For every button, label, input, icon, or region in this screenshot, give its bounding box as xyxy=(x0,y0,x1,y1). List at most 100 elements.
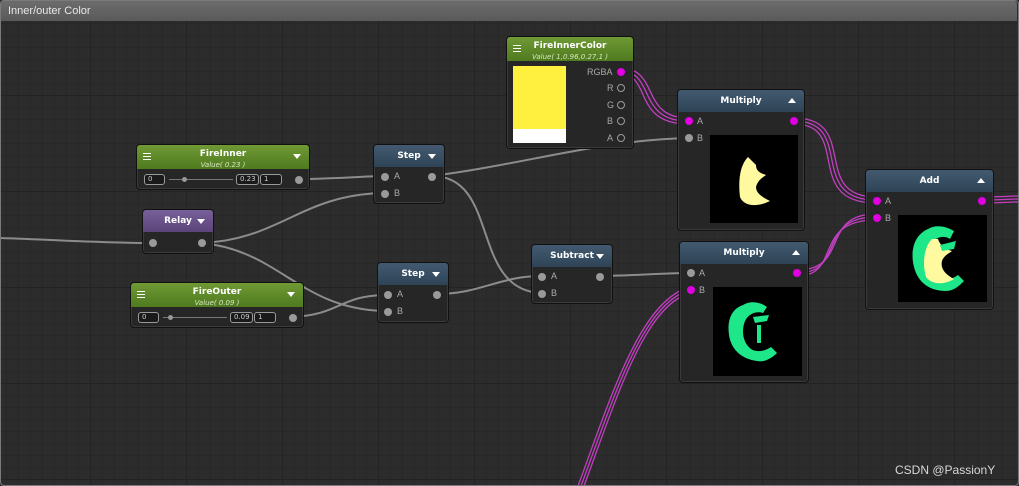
port-b-in[interactable] xyxy=(381,190,389,198)
node-title: Subtract xyxy=(550,251,594,261)
node-title: Relay xyxy=(164,216,192,226)
port-out[interactable] xyxy=(295,176,303,184)
slider-knob[interactable] xyxy=(168,315,173,320)
node-title: FireInner xyxy=(199,149,247,159)
multiply-node-1[interactable]: Multiply A B xyxy=(677,89,805,231)
port-out[interactable] xyxy=(198,239,206,247)
color-swatch[interactable] xyxy=(513,66,566,143)
fire-inner-header[interactable]: FireInner Value( 0.23 ) xyxy=(137,145,309,169)
node-title: FireOuter xyxy=(192,287,242,297)
subtract-node[interactable]: Subtract A B xyxy=(531,244,613,304)
port-a-in[interactable] xyxy=(384,291,392,299)
alpha-strip xyxy=(513,129,566,143)
slider-knob[interactable] xyxy=(182,177,187,182)
node-value: Value( 0.09 ) xyxy=(194,299,240,307)
port-out[interactable] xyxy=(596,273,604,281)
collapse-icon[interactable] xyxy=(596,254,604,259)
step-node-2[interactable]: Step A B xyxy=(377,262,449,323)
port-a-in[interactable] xyxy=(685,117,693,125)
multiply-2-header[interactable]: Multiply xyxy=(680,242,808,264)
port-label-a: A xyxy=(394,171,401,181)
port-out[interactable] xyxy=(433,291,441,299)
port-label-b: B xyxy=(394,188,401,198)
port-a-in[interactable] xyxy=(381,173,389,181)
subtract-header[interactable]: Subtract xyxy=(532,245,612,267)
min-field[interactable]: 0 xyxy=(144,174,165,185)
step-2-header[interactable]: Step xyxy=(378,263,448,285)
port-b-out[interactable] xyxy=(617,117,625,125)
node-value: Value( 1,0.96,0.27,1 ) xyxy=(532,53,608,61)
port-label-b: B xyxy=(397,306,404,316)
port-out[interactable] xyxy=(978,197,986,205)
fire-inner-color-node[interactable]: FireInnerColor Value( 1,0.96,0.27,1 ) RG… xyxy=(506,36,634,149)
port-b-in[interactable] xyxy=(687,286,695,294)
menu-icon[interactable] xyxy=(513,45,521,46)
collapse-icon[interactable] xyxy=(293,154,301,159)
multiply-1-header[interactable]: Multiply xyxy=(678,90,804,112)
port-g-out[interactable] xyxy=(617,101,625,109)
max-field[interactable]: 1 xyxy=(254,312,276,323)
max-field[interactable]: 1 xyxy=(260,174,282,185)
port-out[interactable] xyxy=(428,173,436,181)
menu-icon[interactable] xyxy=(137,291,145,292)
relay-node[interactable]: Relay xyxy=(142,209,214,254)
port-r-out[interactable] xyxy=(617,84,625,92)
wire-input-to-relay xyxy=(0,237,153,244)
menu-icon[interactable] xyxy=(143,153,151,154)
node-title: Multiply xyxy=(720,96,762,106)
slider-track[interactable] xyxy=(169,179,233,180)
value-field[interactable]: 0.09 xyxy=(230,312,253,323)
port-label-r: R xyxy=(607,83,614,93)
min-field[interactable]: 0 xyxy=(138,312,159,323)
preview-toggle-icon[interactable] xyxy=(792,250,800,255)
port-out[interactable] xyxy=(793,269,801,277)
collapse-icon[interactable] xyxy=(432,272,440,277)
node-title: FireInnerColor xyxy=(533,41,607,51)
port-label-g: G xyxy=(607,100,615,110)
fire-inner-node[interactable]: FireInner Value( 0.23 ) 0 0.23 1 xyxy=(136,144,310,190)
port-a-in[interactable] xyxy=(687,269,695,277)
port-b-in[interactable] xyxy=(873,214,881,222)
step-1-header[interactable]: Step xyxy=(374,145,444,167)
fire-outer-node[interactable]: FireOuter Value( 0.09 ) 0 0.09 1 xyxy=(130,282,304,328)
fire-outer-header[interactable]: FireOuter Value( 0.09 ) xyxy=(131,283,303,307)
wire-relay-to-step1-b xyxy=(200,192,384,244)
preview-image xyxy=(710,135,798,223)
port-a-out[interactable] xyxy=(617,134,625,142)
add-header[interactable]: Add xyxy=(866,170,993,192)
window-titlebar[interactable]: Inner/outer Color xyxy=(1,1,1017,21)
port-out[interactable] xyxy=(790,117,798,125)
step-node-1[interactable]: Step A B xyxy=(373,144,445,204)
collapse-icon[interactable] xyxy=(428,154,436,159)
port-in[interactable] xyxy=(149,239,157,247)
port-label-b: B xyxy=(885,213,892,223)
port-label-a: A xyxy=(607,133,614,143)
collapse-icon[interactable] xyxy=(197,219,205,224)
port-b-in[interactable] xyxy=(384,308,392,316)
add-node[interactable]: Add A B xyxy=(865,169,994,310)
wire-fireinner-to-step1-a xyxy=(297,175,385,180)
relay-header[interactable]: Relay xyxy=(143,210,213,232)
value-field[interactable]: 0.23 xyxy=(236,174,259,185)
port-a-in[interactable] xyxy=(873,197,881,205)
port-out[interactable] xyxy=(289,314,297,322)
collapse-icon[interactable] xyxy=(287,292,295,297)
preview-toggle-icon[interactable] xyxy=(977,178,985,183)
node-value: Value( 0.23 ) xyxy=(200,161,246,169)
fire-inner-color-header[interactable]: FireInnerColor Value( 1,0.96,0.27,1 ) xyxy=(507,37,633,61)
port-a-in[interactable] xyxy=(538,273,546,281)
port-rgba-out[interactable] xyxy=(617,68,625,76)
node-title: Multiply xyxy=(723,248,765,258)
wire-step2-to-subtract-a xyxy=(436,275,542,295)
port-label-b: B xyxy=(699,285,706,295)
port-label-a: A xyxy=(885,196,892,206)
node-title: Step xyxy=(401,269,425,279)
preview-toggle-icon[interactable] xyxy=(788,98,796,103)
port-b-in[interactable] xyxy=(685,134,693,142)
preview-image xyxy=(713,287,802,376)
port-label-a: A xyxy=(397,289,404,299)
multiply-node-2[interactable]: Multiply A B xyxy=(679,241,809,383)
shader-graph-canvas[interactable]: FireInnerColor Value( 1,0.96,0.27,1 ) RG… xyxy=(0,0,1019,486)
port-b-in[interactable] xyxy=(538,290,546,298)
port-label-a: A xyxy=(551,271,558,281)
